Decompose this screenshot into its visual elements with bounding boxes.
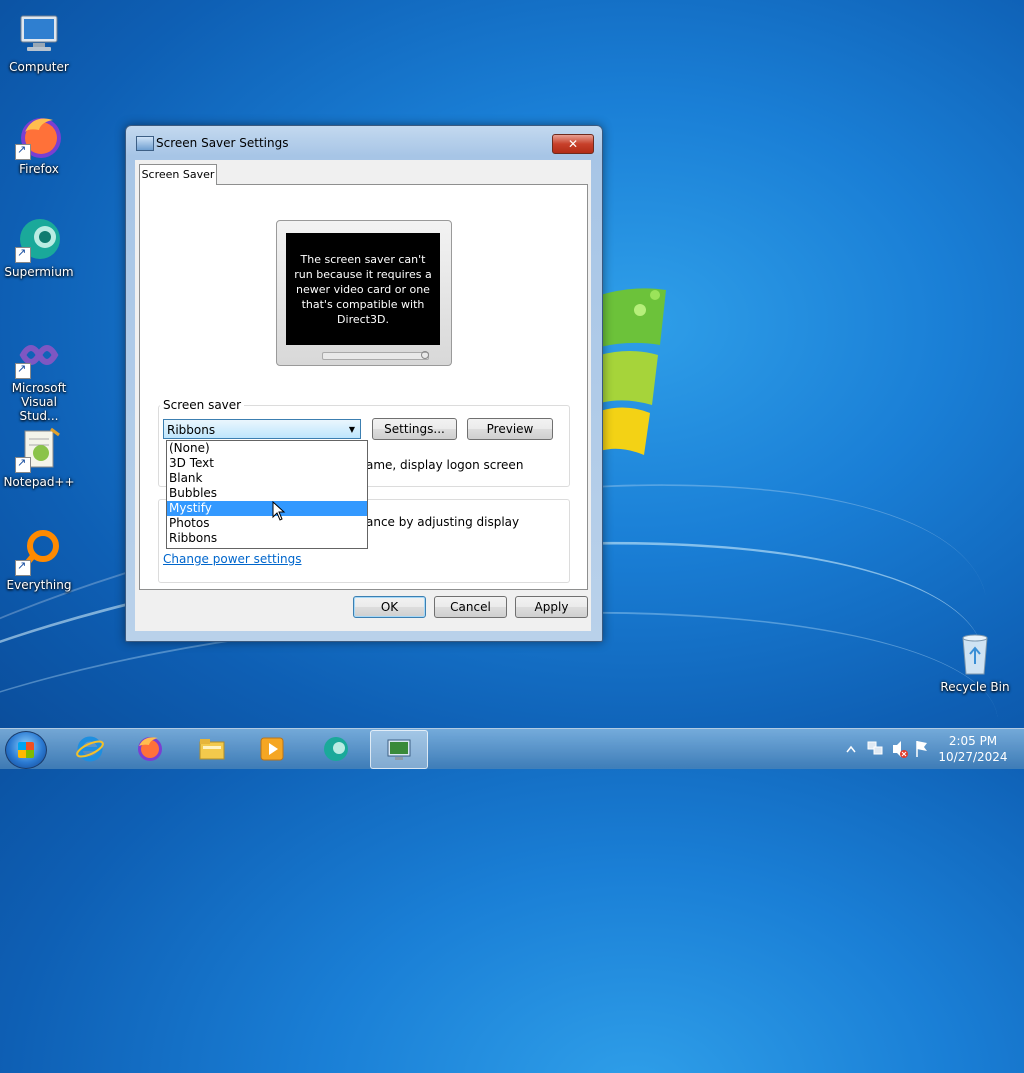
taskbar-firefox[interactable]: [122, 730, 178, 767]
desktop-icon-label: Recycle Bin: [940, 680, 1010, 694]
ok-button[interactable]: OK: [353, 596, 426, 618]
clock-time: 2:05 PM: [948, 734, 998, 748]
show-hidden-icons-chevron-icon[interactable]: [845, 729, 857, 769]
dialog-client-area: Screen Saver The screen saver can't run …: [135, 160, 591, 631]
volume-muted-icon[interactable]: [891, 729, 909, 769]
shortcut-arrow-icon: [15, 559, 31, 576]
screen-saver-group-label: Screen saver: [160, 398, 245, 412]
desktop-icon-computer[interactable]: Computer: [1, 10, 77, 74]
shortcut-arrow-icon: [15, 362, 31, 379]
supermium-icon: [324, 737, 348, 761]
desktop-icon-visual-studio[interactable]: Microsoft Visual Stud...: [1, 331, 77, 423]
dropdown-option-ribbons[interactable]: Ribbons: [167, 531, 367, 546]
desktop-icon-label: Computer: [9, 60, 69, 74]
shortcut-arrow-icon: [15, 143, 31, 160]
preview-monitor: The screen saver can't run because it re…: [276, 220, 452, 366]
taskbar: 2:05 PM 10/27/2024: [0, 728, 1024, 769]
screen-saver-select[interactable]: Ribbons ▼: [163, 419, 361, 439]
taskbar-media-player[interactable]: [244, 730, 300, 767]
desktop-icon-everything[interactable]: Everything: [1, 528, 77, 592]
windows-logo-wallpaper: [600, 288, 666, 455]
desktop-icon-label: Supermium: [4, 265, 74, 279]
desktop-icon-firefox[interactable]: Firefox: [1, 112, 77, 176]
screen-saver-settings-dialog: Screen Saver Settings ✕ Screen Saver The…: [125, 125, 603, 642]
apply-button[interactable]: Apply: [515, 596, 588, 618]
file-explorer-icon: [199, 739, 225, 760]
dialog-titlebar[interactable]: Screen Saver Settings ✕: [126, 126, 602, 160]
desktop-icon-recycle-bin[interactable]: Recycle Bin: [937, 630, 1013, 694]
mouse-pointer-icon: [272, 501, 286, 521]
taskbar-screen-saver-settings[interactable]: [370, 730, 428, 769]
close-button[interactable]: ✕: [552, 134, 594, 154]
resume-logon-text: ame, display logon screen: [366, 458, 524, 472]
screen-saver-icon: [136, 136, 154, 151]
network-icon[interactable]: [866, 729, 884, 769]
taskbar-file-explorer[interactable]: [184, 730, 240, 767]
computer-icon: [20, 15, 58, 51]
dialog-title: Screen Saver Settings: [156, 136, 289, 150]
dropdown-option-photos[interactable]: Photos: [167, 516, 367, 531]
screen-saver-select-value: Ribbons: [167, 423, 216, 437]
desktop-icon-label: Microsoft Visual Stud...: [11, 381, 67, 423]
system-clock[interactable]: 2:05 PM 10/27/2024: [930, 733, 1016, 765]
firefox-icon: [138, 737, 162, 761]
monitor-stand-bar: [322, 352, 429, 360]
cancel-button[interactable]: Cancel: [434, 596, 507, 618]
dropdown-option-bubbles[interactable]: Bubbles: [167, 486, 367, 501]
chevron-down-icon: ▼: [348, 425, 355, 434]
desktop-icon-notepadpp[interactable]: Notepad++: [1, 425, 77, 489]
power-description-text: ance by adjusting display: [366, 515, 520, 529]
shortcut-arrow-icon: [15, 246, 31, 263]
dropdown-option-blank[interactable]: Blank: [167, 471, 367, 486]
dropdown-option-3d-text[interactable]: 3D Text: [167, 456, 367, 471]
screen-saver-dropdown-list: (None) 3D Text Blank Bubbles Mystify Pho…: [166, 440, 368, 549]
media-player-icon: [260, 737, 284, 761]
taskbar-supermium[interactable]: [308, 730, 364, 767]
desktop-icon-label: Everything: [6, 578, 72, 592]
desktop-icon-label: Notepad++: [3, 475, 75, 489]
recycle-bin-icon: [962, 634, 988, 675]
settings-button[interactable]: Settings...: [372, 418, 457, 440]
internet-explorer-icon: [76, 736, 104, 762]
clock-date: 10/27/2024: [938, 750, 1008, 764]
shortcut-arrow-icon: [15, 456, 31, 473]
taskbar-internet-explorer[interactable]: [62, 730, 118, 767]
start-button[interactable]: [5, 731, 47, 769]
preview-button[interactable]: Preview: [467, 418, 553, 440]
action-center-flag-icon[interactable]: [914, 729, 930, 769]
change-power-settings-link[interactable]: Change power settings: [163, 552, 302, 566]
desktop-icon-label: Firefox: [19, 162, 59, 176]
monitor-power-dot: [421, 351, 429, 359]
tab-screen-saver[interactable]: Screen Saver: [139, 164, 217, 185]
preview-screen-message: The screen saver can't run because it re…: [286, 233, 440, 345]
desktop-icon-supermium[interactable]: Supermium: [1, 215, 77, 279]
dropdown-option-none[interactable]: (None): [167, 441, 367, 456]
screen-saver-settings-icon: [387, 739, 411, 760]
dropdown-option-mystify[interactable]: Mystify: [167, 501, 367, 516]
